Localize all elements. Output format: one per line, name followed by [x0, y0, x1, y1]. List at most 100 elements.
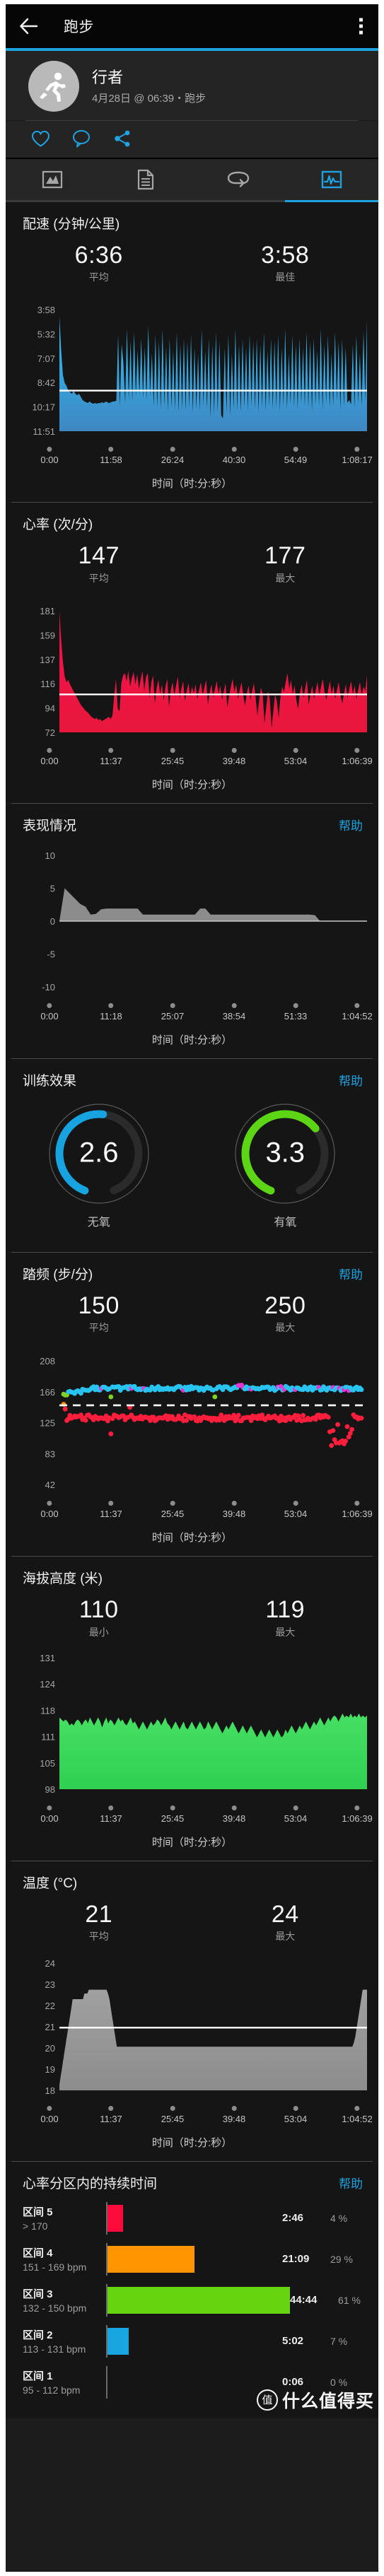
x-tick: 39:48 — [223, 1803, 245, 1824]
performance-title: 表现情况 — [23, 818, 77, 833]
svg-text:124: 124 — [40, 1679, 55, 1690]
hr-zone-axis-line — [106, 2201, 107, 2235]
tab-map[interactable] — [6, 159, 99, 200]
elevation-xaxis-label: 时间（时:分:秒） — [151, 1836, 233, 1849]
tab-details[interactable] — [99, 159, 192, 200]
comment-bubble-icon[interactable] — [71, 128, 92, 149]
svg-text:-5: -5 — [47, 949, 55, 959]
hr-zone-label: 区间 5 — [23, 2206, 53, 2219]
page-title: 跑步 — [64, 19, 94, 35]
svg-text:42: 42 — [45, 1480, 55, 1490]
hr-zone-bar — [107, 2327, 129, 2355]
cadence-plot[interactable]: 208 166 125 83 42 — [6, 1339, 378, 1499]
svg-text:24: 24 — [45, 1958, 55, 1969]
card-temperature: 温度 (°C) 21 平均 24 最大 24 23 22 21 20 19 18 0:00 1… — [6, 1861, 378, 2161]
tab-charts[interactable] — [285, 159, 378, 200]
pace-xaxis-label: 时间（时:分:秒） — [151, 478, 233, 491]
x-tick: 53:04 — [284, 1803, 307, 1824]
svg-text:111: 111 — [41, 1731, 55, 1742]
x-tick: 1:04:52 — [342, 2104, 373, 2124]
hr-zone-name-cell: 区间 3 132 - 150 bpm — [23, 2286, 106, 2314]
temperature-title: 温度 (°C) — [23, 1875, 78, 1891]
svg-text:-10: -10 — [42, 982, 55, 993]
svg-text:5:32: 5:32 — [37, 329, 55, 340]
pace-average-label: 平均 — [88, 271, 109, 283]
heart-icon[interactable] — [30, 128, 51, 149]
runner-avatar-icon — [28, 61, 79, 112]
hr-zone-bar — [107, 2286, 290, 2314]
elevation-min: 110 最小 — [6, 1596, 192, 1639]
hr-zone-time: 5:02 — [282, 2335, 304, 2348]
elevation-min-label: 最小 — [88, 1626, 109, 1638]
x-tick: 0:00 — [40, 746, 59, 766]
x-tick: 25:07 — [161, 1001, 184, 1021]
temperature-average-value: 21 — [85, 1900, 113, 1928]
x-tick: 25:45 — [161, 2104, 184, 2124]
elevation-plot[interactable]: 131 124 118 111 105 98 — [6, 1644, 378, 1803]
watermark-mark: 值 — [256, 2389, 278, 2411]
elevation-max: 119 最大 — [192, 1596, 379, 1639]
x-tick: 51:33 — [284, 1001, 307, 1021]
hr-zone-row: 区间 4 151 - 169 bpm 21:09 29 % — [6, 2239, 378, 2280]
training-effect-help-link[interactable]: 帮助 — [339, 1071, 363, 1089]
hr-average: 147 平均 — [6, 542, 192, 585]
hr-zone-label: 区间 3 — [23, 2288, 53, 2301]
overflow-menu-icon[interactable] — [359, 18, 363, 35]
svg-text:21: 21 — [45, 2022, 55, 2032]
pace-best-label: 最佳 — [275, 271, 296, 283]
watermark: 值 什么值得买 — [256, 2387, 374, 2413]
gauge-aerobic[interactable]: 3.3 有氧 — [232, 1101, 338, 1229]
hr-zone-range: 132 - 150 bpm — [23, 2302, 87, 2314]
share-icon[interactable] — [112, 128, 133, 149]
hr-zone-name-cell: 区间 4 151 - 169 bpm — [23, 2245, 106, 2273]
temperature-average: 21 平均 — [6, 1900, 192, 1943]
x-tick: 39:48 — [223, 1499, 245, 1519]
svg-text:3:58: 3:58 — [37, 305, 55, 315]
x-tick: 54:49 — [284, 445, 307, 465]
svg-text:20: 20 — [45, 2043, 55, 2054]
tab-bar — [6, 159, 378, 200]
hr-plot[interactable]: 181 159 137 116 94 72 — [6, 590, 378, 746]
tab-laps[interactable] — [192, 159, 286, 200]
back-arrow-icon[interactable] — [17, 14, 41, 38]
x-tick: 0:00 — [40, 2104, 59, 2124]
hr-zone-time: 0:06 — [282, 2376, 304, 2389]
x-tick: 53:04 — [284, 746, 307, 766]
card-training-effect: 训练效果 帮助 2.6 无氧 3.3 有氧 — [6, 1058, 378, 1252]
hr-max: 177 最大 — [192, 542, 379, 585]
svg-text:125: 125 — [40, 1418, 55, 1429]
svg-text:116: 116 — [40, 679, 55, 689]
x-tick: 11:18 — [100, 1001, 122, 1021]
gauge-anaerobic[interactable]: 2.6 无氧 — [46, 1101, 152, 1229]
x-tick: 0:00 — [40, 445, 59, 465]
x-tick: 1:04:52 — [342, 1001, 373, 1021]
svg-text:159: 159 — [40, 630, 55, 640]
svg-text:11:51: 11:51 — [33, 426, 55, 437]
svg-text:105: 105 — [40, 1757, 55, 1768]
hr-zone-percent: 29 % — [330, 2253, 353, 2265]
cadence-average-label: 平均 — [88, 1322, 109, 1334]
hr-xaxis: 0:00 11:37 25:45 39:48 53:04 1:06:39 — [16, 746, 373, 777]
svg-text:94: 94 — [45, 703, 55, 713]
cadence-xaxis: 0:00 11:37 25:45 39:48 53:04 1:06:39 — [16, 1499, 373, 1530]
performance-xaxis-label: 时间（时:分:秒） — [151, 1034, 233, 1046]
hr-zone-range: 113 - 131 bpm — [23, 2343, 86, 2355]
x-tick: 11:37 — [100, 1803, 122, 1824]
x-tick: 26:24 — [161, 445, 184, 465]
hr-zone-label: 区间 1 — [23, 2370, 53, 2383]
pace-plot[interactable]: 3:58 5:32 7:07 8:42 10:17 11:51 — [6, 288, 378, 445]
svg-text:118: 118 — [40, 1705, 55, 1716]
hr-zone-percent: 61 % — [338, 2294, 361, 2306]
performance-plot[interactable]: 10 5 0 -5 -10 — [6, 834, 378, 1001]
gauge-anaerobic-label: 无氧 — [87, 1216, 110, 1229]
hr-zones-help-link[interactable]: 帮助 — [339, 2174, 363, 2191]
x-tick: 53:04 — [284, 1499, 307, 1519]
gauge-aerobic-value: 3.3 — [265, 1137, 306, 1169]
hr-zone-name-cell: 区间 2 113 - 131 bpm — [23, 2327, 106, 2355]
hr-zone-name-cell: 区间 1 95 - 112 bpm — [23, 2368, 106, 2396]
cadence-help-link[interactable]: 帮助 — [339, 1265, 363, 1282]
temperature-average-label: 平均 — [88, 1930, 109, 1942]
activity-owner-header[interactable]: 行者 4月28日 @ 06:39・跑步 — [6, 51, 378, 120]
temperature-plot[interactable]: 24 23 22 21 20 19 18 — [6, 1948, 378, 2104]
performance-help-link[interactable]: 帮助 — [339, 816, 363, 833]
